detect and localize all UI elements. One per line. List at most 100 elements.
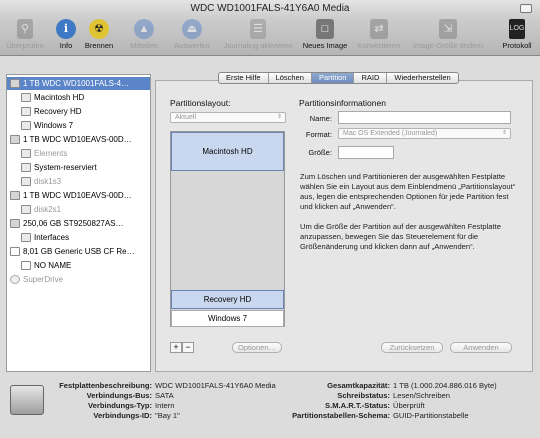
optical-drive-icon [10,275,20,284]
format-popup[interactable]: Mac OS Extended (Journaled) ⇕ [338,128,511,139]
tab-erste-hilfe[interactable]: Erste Hilfe [219,73,269,83]
info-value-capacity: 1 TB (1.000.204.886.016 Byte) [393,381,497,390]
name-label: Name: [309,114,332,123]
info-key-id: Verbindungs-ID: [93,411,152,420]
sidebar-item-disk2[interactable]: 1 TB WDC WD10EAVS-00D… [7,189,150,202]
partition-layout-heading: Partitionslayout: [170,98,231,108]
sidebar-item-windows-7[interactable]: Windows 7 [7,119,150,132]
remove-partition-button[interactable]: − [182,342,194,353]
popup-arrows-icon: ⇕ [276,114,282,120]
add-partition-button[interactable]: + [170,342,182,353]
apply-button[interactable]: Anwenden [450,342,512,353]
info-key-scheme: Partitionstabellen-Schema: [292,411,390,420]
convert-icon: ⇄ [370,19,388,39]
sidebar-item-disk2s1[interactable]: disk2s1 [7,203,150,216]
size-label: Größe: [308,148,332,157]
partition-block-windows-7[interactable]: Windows 7 [171,310,284,327]
resize-image-icon: ⇲ [439,19,457,39]
toolbar-toggle-button[interactable] [520,4,532,13]
sidebar-item-disk3[interactable]: 250,06 GB ST9250827AS… [7,217,150,230]
info-value-smart: Überprüft [393,401,425,410]
sidebar-item-elements[interactable]: Elements [7,147,150,160]
info-value-id: "Bay 1" [155,411,180,420]
partition-info-heading: Partitionsinformationen [299,98,386,108]
sidebar-item-disk1s3[interactable]: disk1s3 [7,175,150,188]
hard-disk-icon [10,135,20,144]
info-value-type: Intern [155,401,175,410]
detail-tabs: Erste Hilfe Löschen Partition RAID Wiede… [218,72,459,84]
partition-layout-map: Macintosh HD Recovery HD Windows 7 [170,131,285,327]
sidebar-item-macintosh-hd[interactable]: Macintosh HD [7,91,150,104]
burn-icon: ☢ [89,19,109,39]
info-key-type: Verbindungs-Typ: [88,401,152,410]
hard-disk-large-icon [10,385,44,415]
info-toolbar-button[interactable]: i Info [52,19,80,55]
new-image-icon: □ [316,19,334,39]
volume-icon [21,107,31,116]
info-key-write-status: Schreibstatus: [337,391,390,400]
volume-icon [21,261,31,270]
hard-disk-icon [10,219,20,228]
eject-toolbar-button[interactable]: ⏏ Auswerfen [172,19,212,55]
mount-icon: ▲ [134,19,154,39]
help-text-resize: Um die Größe der Partition auf der ausge… [300,222,501,251]
sidebar-item-no-name[interactable]: NO NAME [7,259,150,272]
popup-arrows-icon: ⇕ [501,130,507,136]
volume-icon [21,121,31,130]
mount-toolbar-button[interactable]: ▲ Mitteilen [124,19,164,55]
sidebar-item-interfaces[interactable]: Interfaces [7,231,150,244]
log-icon: LOG [509,19,525,39]
microscope-icon: ⚲ [17,19,33,39]
device-sidebar: 1 TB WDC WD1001FALS-4… Macintosh HD Reco… [6,74,151,372]
convert-toolbar-button[interactable]: ⇄ Konvertieren [354,19,404,55]
partition-block-recovery-hd[interactable]: Recovery HD [171,290,284,309]
tab-partition[interactable]: Partition [311,73,355,83]
tab-loeschen[interactable]: Löschen [269,73,312,83]
sidebar-item-usb-cf-reader[interactable]: 8,01 GB Generic USB CF Re… [7,245,150,258]
resize-image-toolbar-button[interactable]: ⇲ Image-Größe ändern [408,19,488,55]
sidebar-item-system-reserviert[interactable]: System-reserviert [7,161,150,174]
help-text-partition: Zum Löschen und Partitionieren der ausge… [300,172,516,211]
volume-icon [21,163,31,172]
name-field[interactable] [338,111,511,124]
info-value-scheme: GUID-Partitionstabelle [393,411,469,420]
volume-icon [21,233,31,242]
info-key-smart: S.M.A.R.T.-Status: [325,401,390,410]
enable-journaling-toolbar-button[interactable]: ☰ Journaling aktivieren [220,19,296,55]
volume-icon [21,205,31,214]
info-key-capacity: Gesamtkapazität: [327,381,390,390]
usb-disk-icon [10,247,20,256]
hard-disk-icon [10,79,20,88]
info-value-bus: SATA [155,391,174,400]
burn-toolbar-button[interactable]: ☢ Brennen [83,19,115,55]
toolbar: ⚲ Überprüfen i Info ☢ Brennen ▲ Mitteile… [0,18,540,56]
info-value-write-status: Lesen/Schreiben [393,391,450,400]
options-button[interactable]: Optionen… [232,342,282,353]
eject-icon: ⏏ [182,19,202,39]
tab-wiederherstellen[interactable]: Wiederherstellen [387,73,457,83]
info-icon: i [56,19,76,39]
sidebar-item-recovery-hd[interactable]: Recovery HD [7,105,150,118]
sidebar-item-disk1[interactable]: 1 TB WDC WD10EAVS-00D… [7,133,150,146]
info-key-description: Festplattenbeschreibung: [59,381,152,390]
journal-icon: ☰ [250,19,266,39]
tab-raid[interactable]: RAID [354,73,388,83]
hard-disk-icon [10,191,20,200]
window-title: WDC WD1001FALS-41Y6A0 Media [190,3,350,14]
sidebar-item-disk0[interactable]: 1 TB WDC WD1001FALS-4… [7,77,150,90]
partition-layout-popup[interactable]: Aktuell ⇕ [170,112,286,123]
verify-toolbar-button[interactable]: ⚲ Überprüfen [4,19,46,55]
log-toolbar-button[interactable]: LOG Protokoll [498,19,536,55]
info-key-bus: Verbindungs-Bus: [86,391,152,400]
volume-icon [21,93,31,102]
new-image-toolbar-button[interactable]: □ Neues Image [300,19,350,55]
volume-icon [21,177,31,186]
partition-block-macintosh-hd[interactable]: Macintosh HD [171,132,284,171]
volume-icon [21,149,31,158]
size-field[interactable] [338,146,394,159]
sidebar-item-superdrive[interactable]: SuperDrive [7,273,150,286]
title-bar: WDC WD1001FALS-41Y6A0 Media [0,0,540,18]
revert-button[interactable]: Zurücksetzen [381,342,443,353]
info-value-description: WDC WD1001FALS-41Y6A0 Media [155,381,276,390]
disk-utility-window: WDC WD1001FALS-41Y6A0 Media ⚲ Überprüfen… [0,0,540,438]
